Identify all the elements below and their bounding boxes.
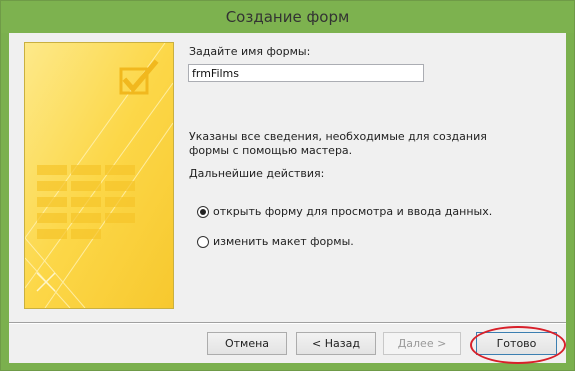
- next-actions-label: Дальнейшие действия:: [189, 167, 325, 180]
- next-button: Далее >: [383, 332, 461, 355]
- radio-selected-icon[interactable]: [197, 205, 209, 218]
- wizard-body: Задайте имя формы: Указаны все сведения,…: [9, 33, 566, 363]
- radio-unselected-icon[interactable]: [197, 235, 209, 248]
- wizard-illustration-icon: [24, 42, 174, 309]
- option-open-form[interactable]: открыть форму для просмотра и ввода данн…: [197, 205, 492, 218]
- window-title: Создание форм: [225, 8, 350, 26]
- info-text: Указаны все сведения, необходимые для со…: [189, 130, 487, 157]
- option-edit-layout[interactable]: изменить макет формы.: [197, 235, 354, 248]
- wizard-window: Создание форм Задайте имя формы: frmFilm…: [0, 0, 575, 371]
- cancel-button[interactable]: Отмена: [207, 332, 287, 355]
- form-name-input[interactable]: [188, 64, 424, 82]
- back-button[interactable]: < Назад: [296, 332, 376, 355]
- finish-button[interactable]: Готово: [476, 332, 557, 355]
- separator: [9, 322, 566, 324]
- form-name-label: Задайте имя формы:: [189, 45, 311, 58]
- option-edit-layout-label[interactable]: изменить макет формы.: [213, 235, 354, 248]
- title-bar[interactable]: Создание форм: [1, 1, 574, 33]
- option-open-form-label[interactable]: открыть форму для просмотра и ввода данн…: [213, 205, 492, 218]
